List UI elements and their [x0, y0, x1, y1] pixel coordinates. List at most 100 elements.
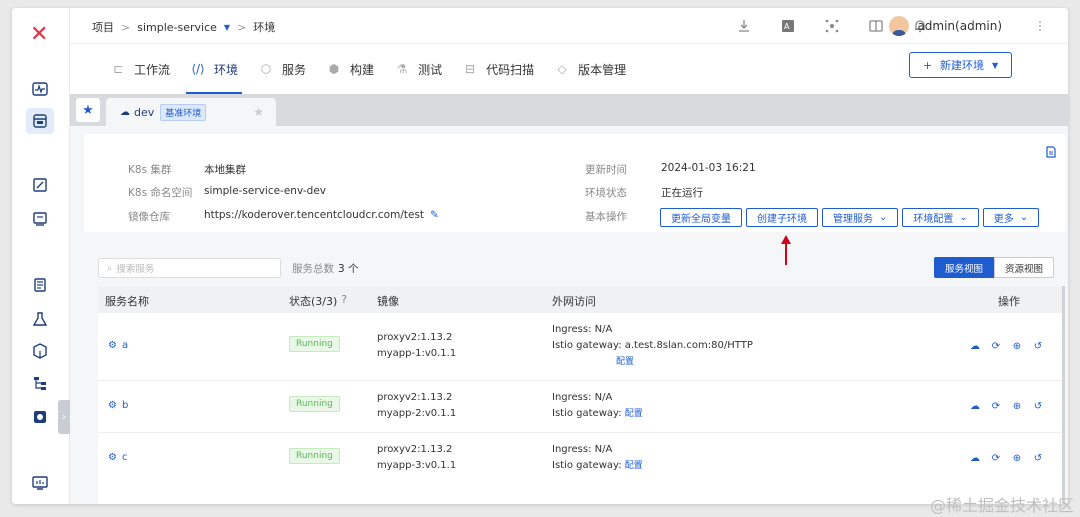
- caret-down-icon: ▼: [992, 60, 999, 70]
- config-link[interactable]: 配置: [616, 357, 634, 367]
- plugin-icon[interactable]: [824, 18, 840, 34]
- more-button[interactable]: 更多 ⌄: [982, 208, 1040, 227]
- logo[interactable]: ✕: [30, 22, 48, 47]
- status-row: 环境状态 正在运行: [585, 185, 703, 200]
- row-actions: ☁ ⟳ ⊕ ↺: [968, 399, 1045, 413]
- search-services-input[interactable]: ⌕ 搜索服务: [98, 258, 281, 278]
- button-label: 管理服务: [833, 214, 873, 225]
- service-icon: ⚙: [108, 452, 117, 463]
- config-link[interactable]: 配置: [625, 409, 643, 419]
- service-link-c[interactable]: ⚙ c: [108, 452, 127, 463]
- image-tag: myapp-2:v0.1.1: [377, 408, 457, 419]
- breadcrumb-service[interactable]: simple-service: [137, 21, 217, 34]
- env-tab-dev[interactable]: ☁ dev 基准环境 ★: [106, 98, 276, 126]
- image-tag: myapp-1:v0.1.1: [377, 348, 457, 359]
- environment-icon: ⟨/⟩: [191, 62, 205, 76]
- env-config-button[interactable]: 环境配置 ⌄: [902, 208, 979, 227]
- registry-row: 镜像仓库 https://koderover.tencentcloudcr.co…: [128, 209, 439, 224]
- sidebar-item-dashboard[interactable]: [26, 470, 54, 496]
- row-actions: ☁ ⟳ ⊕ ↺: [968, 339, 1045, 353]
- view-toggle: 服务视图 资源视图: [933, 257, 1054, 278]
- tab-label: 测试: [418, 62, 443, 77]
- tab-scan[interactable]: ⊟ 代码扫描: [452, 44, 544, 94]
- document-icon[interactable]: [1046, 146, 1056, 161]
- search-icon: ⌕: [107, 262, 113, 274]
- tab-version[interactable]: ◇ 版本管理: [544, 44, 636, 94]
- ingress-text: Ingress: N/A: [552, 444, 613, 455]
- sidebar-item-release[interactable]: [26, 206, 54, 232]
- service-count-label: 服务总数: [292, 263, 334, 275]
- chevron-down-icon: ⌄: [959, 212, 968, 223]
- module-tabs-bar: ⊏ 工作流 ⟨/⟩ 环境 ⬡ 服务 ⬢ 构建 ⚗ 测试 ⊟ 代码扫描 ◇ 版本管理 + 新建环…: [70, 44, 1068, 94]
- updated-label: 更新时间: [585, 164, 627, 176]
- service-name: a: [121, 340, 129, 351]
- book-icon[interactable]: [868, 18, 884, 34]
- manage-services-button[interactable]: 管理服务 ⌄: [822, 208, 899, 227]
- edit-pencil-icon[interactable]: ✎: [430, 209, 439, 224]
- table-row: ⚙ a Running proxyv2:1.13.2 myapp-1:v0.1.1 …: [98, 313, 1065, 381]
- sidebar-item-monitor[interactable]: [26, 76, 54, 102]
- header-status: 状态(3/3)?: [289, 293, 347, 309]
- version-icon: ◇: [557, 62, 567, 76]
- config-link[interactable]: 配置: [625, 461, 643, 471]
- service-link-a[interactable]: ⚙ a: [108, 340, 128, 351]
- registry-label: 镜像仓库: [128, 211, 170, 223]
- pin-star-icon[interactable]: ★: [253, 105, 264, 119]
- tab-build[interactable]: ⬢ 构建: [316, 44, 384, 94]
- status-badge: Running: [289, 336, 340, 352]
- update-global-vars-button[interactable]: 更新全局变量: [660, 208, 742, 227]
- tab-service[interactable]: ⬡ 服务: [248, 44, 316, 94]
- history-icon[interactable]: ↺: [1031, 339, 1045, 353]
- update-icon[interactable]: ⊕: [1010, 339, 1024, 353]
- service-view-button[interactable]: 服务视图: [933, 257, 994, 278]
- header-external: 外网访问: [552, 295, 596, 308]
- sidebar-item-tree[interactable]: [26, 370, 54, 396]
- new-environment-button[interactable]: + 新建环境 ▼: [909, 52, 1012, 78]
- update-icon[interactable]: ⊕: [1010, 451, 1024, 465]
- ingress-text: Ingress: N/A: [552, 324, 613, 335]
- sidebar-item-projects[interactable]: [26, 108, 54, 134]
- restart-icon[interactable]: ⟳: [989, 451, 1003, 465]
- sidebar: ✕ ›: [12, 8, 70, 504]
- breadcrumb-project[interactable]: 项目: [92, 19, 114, 35]
- resource-view-button[interactable]: 资源视图: [993, 257, 1054, 278]
- create-sub-env-button[interactable]: 创建子环境: [746, 208, 818, 227]
- history-icon[interactable]: ↺: [1031, 451, 1045, 465]
- registry-value: https://koderover.tencentcloudcr.com/tes…: [204, 209, 425, 221]
- tab-workflow[interactable]: ⊏ 工作流: [100, 44, 180, 94]
- top-bar: 项目 > simple-service ▼ > 环境 A admin(admin…: [70, 8, 1068, 44]
- flask-icon: [32, 312, 48, 326]
- caret-down-icon[interactable]: ▼: [224, 23, 230, 32]
- tree-icon: [34, 377, 46, 390]
- restart-icon[interactable]: ⟳: [989, 339, 1003, 353]
- status-value: 正在运行: [661, 187, 703, 199]
- upload-cloud-icon[interactable]: ☁: [968, 399, 982, 413]
- upload-cloud-icon[interactable]: ☁: [968, 339, 982, 353]
- svg-text:A: A: [784, 22, 790, 31]
- table-scrollbar[interactable]: [1062, 286, 1065, 504]
- service-link-b[interactable]: ⚙ b: [108, 400, 128, 411]
- favorite-star-icon[interactable]: ★: [76, 98, 100, 122]
- image-tag: myapp-3:v0.1.1: [377, 460, 457, 471]
- more-vertical-icon[interactable]: ⋮: [1034, 19, 1046, 33]
- help-icon[interactable]: ?: [341, 293, 347, 309]
- sidebar-item-edit[interactable]: [26, 172, 54, 198]
- upload-cloud-icon[interactable]: ☁: [968, 451, 982, 465]
- download-icon[interactable]: [736, 18, 752, 34]
- restart-icon[interactable]: ⟳: [989, 399, 1003, 413]
- tab-test[interactable]: ⚗ 测试: [384, 44, 452, 94]
- sidebar-item-packages[interactable]: [26, 338, 54, 364]
- user-menu[interactable]: admin(admin) ⋮: [889, 16, 1046, 36]
- artifact-icon: [34, 278, 46, 292]
- sidebar-collapse-handle[interactable]: ›: [58, 400, 70, 434]
- ops-row: 基本操作: [585, 209, 661, 224]
- update-icon[interactable]: ⊕: [1010, 399, 1024, 413]
- tab-environment[interactable]: ⟨/⟩ 环境: [180, 44, 248, 94]
- history-icon[interactable]: ↺: [1031, 399, 1045, 413]
- sidebar-item-settings[interactable]: [26, 404, 54, 430]
- sidebar-item-testing[interactable]: [26, 306, 54, 332]
- image-list: proxyv2:1.13.2 myapp-2:v0.1.1: [377, 390, 456, 422]
- tab-label: 服务: [282, 62, 307, 77]
- sidebar-item-artifacts[interactable]: [26, 272, 54, 298]
- translate-icon[interactable]: A: [780, 18, 796, 34]
